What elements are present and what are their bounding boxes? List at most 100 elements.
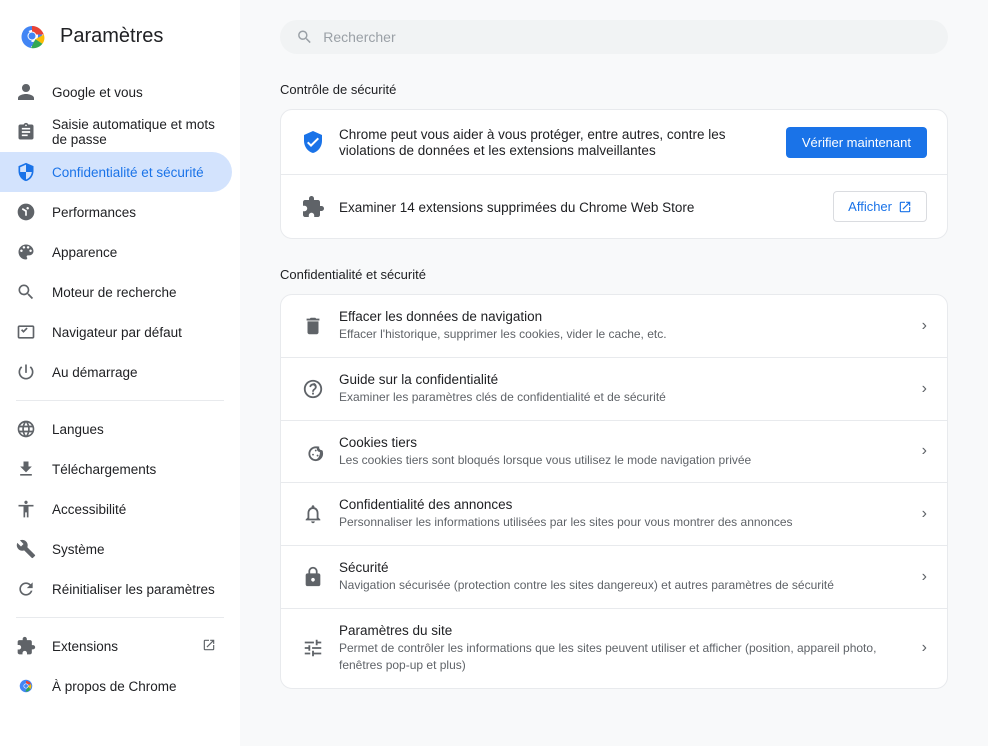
sidebar-item-default-browser[interactable]: Navigateur par défaut [0, 312, 232, 352]
privacy-guide-icon [301, 377, 325, 401]
cookies-content: Cookies tiers Les cookies tiers sont blo… [339, 435, 908, 469]
extensions-check-row: Examiner 14 extensions supprimées du Chr… [281, 175, 947, 238]
external-link-sm-icon [898, 200, 912, 214]
search-bar [280, 20, 948, 54]
ads-privacy-icon [301, 502, 325, 526]
clear-data-content: Effacer les données de navigation Efface… [339, 309, 908, 343]
sidebar-item-languages[interactable]: Langues [0, 409, 232, 449]
sidebar-item-startup-label: Au démarrage [52, 365, 216, 380]
extensions-check-label: Examiner 14 extensions supprimées du Chr… [339, 200, 694, 215]
monitor-icon [16, 322, 36, 342]
clear-data-title: Effacer les données de navigation [339, 309, 908, 324]
privacy-row-site-settings[interactable]: Paramètres du site Permet de contrôler l… [281, 609, 947, 688]
privacy-row-ads[interactable]: Confidentialité des annonces Personnalis… [281, 483, 947, 546]
sidebar-item-privacy-label: Confidentialité et sécurité [52, 165, 216, 180]
search-input[interactable] [323, 29, 932, 45]
shield-icon [16, 162, 36, 182]
sidebar-item-downloads-label: Téléchargements [52, 462, 216, 477]
privacy-row-clear-data[interactable]: Effacer les données de navigation Efface… [281, 295, 947, 358]
chrome-logo-icon [16, 20, 48, 52]
sidebar-item-google-label: Google et vous [52, 85, 216, 100]
security-section-title: Contrôle de sécurité [280, 82, 948, 97]
globe-icon [16, 419, 36, 439]
privacy-row-guide[interactable]: Guide sur la confidentialité Examiner le… [281, 358, 947, 421]
privacy-row-cookies[interactable]: Cookies tiers Les cookies tiers sont blo… [281, 421, 947, 484]
sidebar-item-appearance[interactable]: Apparence [0, 232, 232, 272]
search-icon [16, 282, 36, 302]
site-settings-content: Paramètres du site Permet de contrôler l… [339, 623, 908, 674]
security-title: Sécurité [339, 560, 908, 575]
search-bar-wrap [280, 20, 948, 54]
site-settings-title: Paramètres du site [339, 623, 908, 638]
sidebar-item-extensions-label: Extensions [52, 639, 186, 654]
extensions-check-content: Examiner 14 extensions supprimées du Chr… [339, 199, 819, 215]
cookies-title: Cookies tiers [339, 435, 908, 450]
chevron-right-icon-4: › [922, 568, 927, 586]
sidebar-item-accessibility-label: Accessibilité [52, 502, 216, 517]
sidebar-item-autofill-label: Saisie automatique et mots de passe [52, 117, 216, 147]
site-settings-subtitle: Permet de contrôler les informations que… [339, 640, 908, 674]
clipboard-icon [16, 122, 36, 142]
security-lock-icon [301, 565, 325, 589]
sidebar-item-reset[interactable]: Réinitialiser les paramètres [0, 569, 232, 609]
view-extensions-button[interactable]: Afficher [833, 191, 927, 222]
sidebar-item-search-engine[interactable]: Moteur de recherche [0, 272, 232, 312]
palette-icon [16, 242, 36, 262]
sidebar-item-startup[interactable]: Au démarrage [0, 352, 232, 392]
download-icon [16, 459, 36, 479]
sidebar-item-google[interactable]: Google et vous [0, 72, 232, 112]
security-check-row: Chrome peut vous aider à vous protéger, … [281, 110, 947, 175]
wrench-icon [16, 539, 36, 559]
sidebar-item-accessibility[interactable]: Accessibilité [0, 489, 232, 529]
external-link-icon [202, 638, 216, 655]
privacy-card: Effacer les données de navigation Efface… [280, 294, 948, 689]
sidebar-item-search-engine-label: Moteur de recherche [52, 285, 216, 300]
accessibility-icon [16, 499, 36, 519]
ads-content: Confidentialité des annonces Personnalis… [339, 497, 908, 531]
sidebar-item-autofill[interactable]: Saisie automatique et mots de passe [0, 112, 232, 152]
reset-icon [16, 579, 36, 599]
sidebar-item-performances[interactable]: Performances [0, 192, 232, 232]
privacy-guide-subtitle: Examiner les paramètres clés de confiden… [339, 389, 908, 406]
sidebar-item-downloads[interactable]: Téléchargements [0, 449, 232, 489]
sidebar-item-languages-label: Langues [52, 422, 216, 437]
cookies-subtitle: Les cookies tiers sont bloqués lorsque v… [339, 452, 908, 469]
person-icon [16, 82, 36, 102]
trash-icon [301, 314, 325, 338]
sidebar-divider-1 [16, 400, 224, 401]
chevron-right-icon-3: › [922, 505, 927, 523]
view-extensions-label: Afficher [848, 199, 892, 214]
privacy-guide-title: Guide sur la confidentialité [339, 372, 908, 387]
puzzle-icon [16, 636, 36, 656]
shield-check-icon [301, 130, 325, 154]
clear-data-subtitle: Effacer l'historique, supprimer les cook… [339, 326, 908, 343]
privacy-section-title: Confidentialité et sécurité [280, 267, 948, 282]
privacy-row-security[interactable]: Sécurité Navigation sécurisée (protectio… [281, 546, 947, 609]
sidebar-item-default-browser-label: Navigateur par défaut [52, 325, 216, 340]
security-check-description: Chrome peut vous aider à vous protéger, … [339, 127, 725, 158]
chrome-about-icon [16, 676, 36, 696]
sidebar-item-system[interactable]: Système [0, 529, 232, 569]
sliders-icon [301, 636, 325, 660]
search-bar-icon [296, 28, 313, 46]
sidebar-header: Paramètres [0, 8, 240, 72]
chevron-right-icon-0: › [922, 317, 927, 335]
verify-now-button[interactable]: Vérifier maintenant [786, 127, 927, 158]
security-card: Chrome peut vous aider à vous protéger, … [280, 109, 948, 239]
security-check-content: Chrome peut vous aider à vous protéger, … [339, 126, 772, 158]
security-content: Sécurité Navigation sécurisée (protectio… [339, 560, 908, 594]
sidebar-item-performances-label: Performances [52, 205, 216, 220]
sidebar-item-privacy[interactable]: Confidentialité et sécurité [0, 152, 232, 192]
cookie-icon [301, 439, 325, 463]
sidebar-item-appearance-label: Apparence [52, 245, 216, 260]
sidebar-divider-2 [16, 617, 224, 618]
ads-title: Confidentialité des annonces [339, 497, 908, 512]
sidebar: Paramètres Google et vous Saisie automat… [0, 0, 240, 746]
sidebar-item-about-label: À propos de Chrome [52, 679, 216, 694]
chevron-right-icon-2: › [922, 442, 927, 460]
sidebar-item-system-label: Système [52, 542, 216, 557]
sidebar-item-about[interactable]: À propos de Chrome [0, 666, 232, 706]
ads-subtitle: Personnaliser les informations utilisées… [339, 514, 908, 531]
chevron-right-icon-1: › [922, 380, 927, 398]
sidebar-item-extensions[interactable]: Extensions [0, 626, 232, 666]
